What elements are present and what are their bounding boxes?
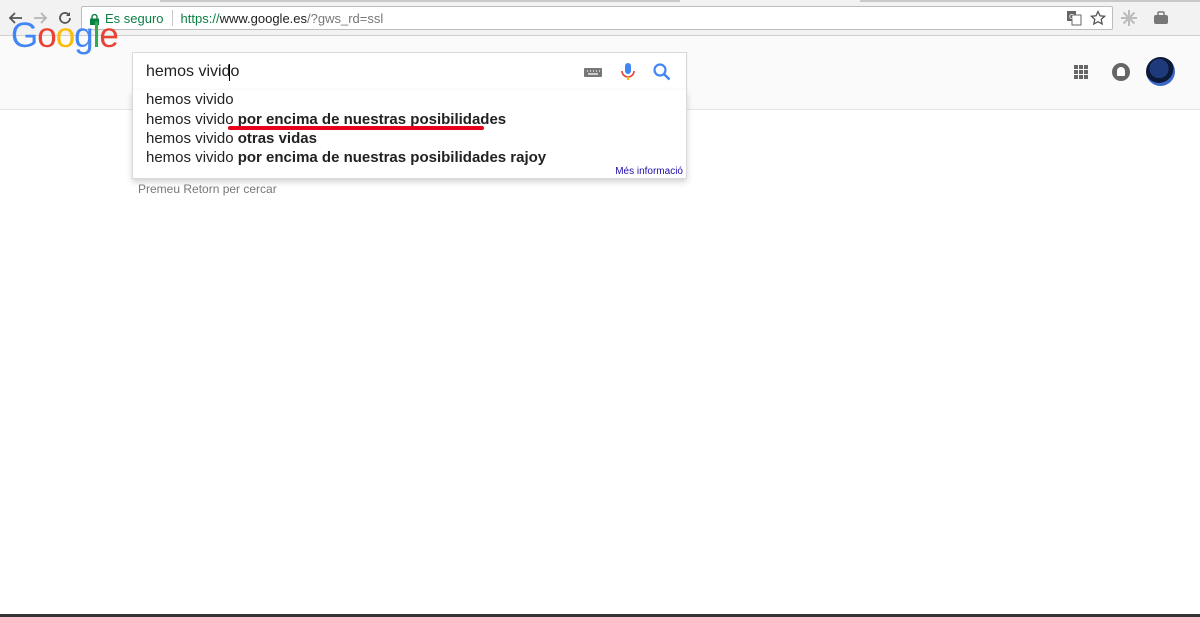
text-caret <box>229 64 230 81</box>
svg-text:G: G <box>1069 13 1074 21</box>
logo-letter: e <box>99 16 118 55</box>
logo-letter: o <box>55 16 75 55</box>
url-scheme: https:// <box>180 10 220 26</box>
apps-grid-icon[interactable] <box>1074 65 1088 79</box>
address-bar-actions: G <box>1066 10 1106 26</box>
extension-briefcase-icon[interactable] <box>1152 9 1170 27</box>
microphone-icon[interactable] <box>618 62 638 82</box>
search-box <box>132 52 687 91</box>
browser-toolbar: Es seguro https://www.google.es/?gws_rd=… <box>0 0 1200 36</box>
suggestion-item[interactable]: hemos vivido otras vidas <box>146 129 317 148</box>
logo-letter: o <box>37 16 56 55</box>
extension-icons <box>1120 9 1170 27</box>
star-icon[interactable] <box>1090 10 1106 26</box>
logo-letter: G <box>11 16 38 55</box>
red-underline-annotation <box>228 126 484 130</box>
google-logo[interactable]: Google <box>11 16 119 56</box>
notifications-bell-icon[interactable] <box>1112 63 1130 81</box>
extension-pinwheel-icon[interactable] <box>1120 9 1138 27</box>
address-bar[interactable]: Es seguro https://www.google.es/?gws_rd=… <box>81 6 1113 30</box>
search-icon[interactable] <box>652 62 672 82</box>
enter-hint: Premeu Retorn per cercar <box>138 182 277 196</box>
logo-letter: g <box>74 16 93 55</box>
translate-icon[interactable]: G <box>1066 10 1082 26</box>
tab-edge <box>860 0 1200 2</box>
address-separator <box>171 10 173 26</box>
avatar[interactable] <box>1146 57 1175 86</box>
search-input[interactable] <box>146 53 566 91</box>
suggestion-item[interactable]: hemos vivido por encima de nuestras posi… <box>146 148 546 167</box>
url-host: www.google.es <box>219 10 308 26</box>
suggestion-dropdown: hemos vivido hemos vivido por encima de … <box>132 90 687 179</box>
tab-edge <box>160 0 680 2</box>
suggestion-item[interactable]: hemos vivido <box>146 90 234 109</box>
url-path: /?gws_rd=ssl <box>307 10 384 26</box>
more-info-link[interactable]: Més informació <box>615 166 683 177</box>
keyboard-icon[interactable] <box>583 62 603 82</box>
